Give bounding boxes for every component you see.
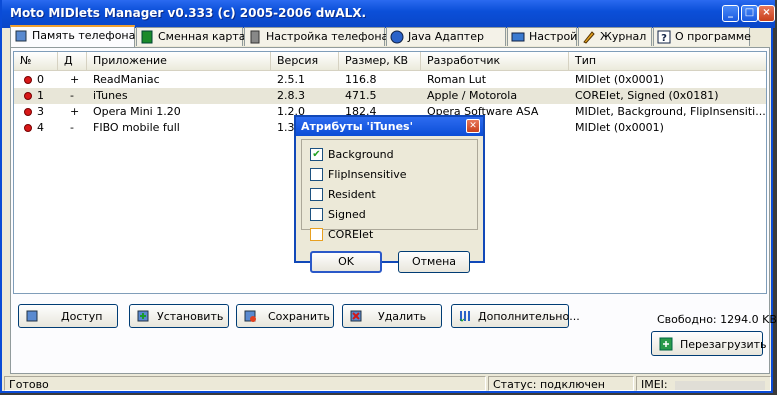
- reboot-icon: [659, 337, 673, 351]
- list-header: № Д Приложение Версия Размер, KB Разрабо…: [14, 52, 766, 71]
- free-space-label: Свободно: 1294.0 KB: [657, 313, 777, 326]
- dialog-ok-button[interactable]: OK: [310, 251, 382, 273]
- more-button[interactable]: Дополнительно...: [451, 304, 580, 328]
- tab-settings[interactable]: Настройка: [507, 27, 591, 46]
- java-adapter-icon: [390, 30, 404, 43]
- dialog-cancel-button[interactable]: Отмена: [398, 251, 470, 273]
- tab-phone-memory[interactable]: Память телефона: [10, 25, 135, 47]
- status-dot-icon: [24, 108, 32, 116]
- settings-icon: [511, 32, 525, 41]
- status-dot-icon: [24, 92, 32, 100]
- minimize-button[interactable]: _: [722, 5, 739, 22]
- help-icon: ?: [657, 30, 671, 44]
- more-icon: [459, 311, 470, 322]
- status-bar: Готово Статус: подключен IMEI:: [4, 375, 773, 392]
- checkbox-icon: [310, 168, 323, 181]
- close-button[interactable]: ×: [758, 5, 775, 22]
- col-type[interactable]: Тип: [569, 52, 766, 70]
- checkbox-icon: [310, 208, 323, 221]
- tab-journal[interactable]: Журнал: [578, 27, 652, 46]
- checkbox-checked-icon: ✔: [310, 148, 323, 161]
- dialog-title: Атрибуты 'iTunes': [301, 120, 413, 133]
- status-connection: Статус: подключен: [488, 376, 634, 391]
- access-button[interactable]: Доступ: [18, 304, 118, 328]
- tab-about[interactable]: ? О программе: [653, 27, 751, 46]
- attributes-group: ✔ Background FlipInsensitive Resident Si…: [301, 139, 478, 241]
- col-developer[interactable]: Разработчик: [421, 52, 569, 70]
- journal-icon: [583, 30, 595, 44]
- dialog-close-button[interactable]: ✕: [466, 119, 480, 133]
- checkbox-icon: [310, 228, 323, 241]
- memory-card-icon: [141, 30, 153, 43]
- save-button[interactable]: Сохранить: [236, 304, 334, 328]
- tab-phone-settings[interactable]: Настройка телефона: [244, 27, 388, 46]
- svg-text:?: ?: [661, 33, 667, 44]
- attributes-dialog: Атрибуты 'iTunes' ✕ ✔ Background FlipIns…: [294, 115, 485, 273]
- status-imei: IMEI:: [636, 376, 771, 391]
- delete-icon: [350, 310, 362, 322]
- delete-button[interactable]: Удалить: [342, 304, 442, 328]
- phone-memory-icon: [15, 30, 27, 41]
- reboot-button[interactable]: Перезагрузить: [651, 331, 767, 356]
- col-size[interactable]: Размер, KB: [339, 52, 421, 70]
- status-dot-icon: [24, 76, 32, 84]
- col-d[interactable]: Д: [58, 52, 87, 70]
- install-icon: [137, 310, 149, 322]
- checkbox-icon: [310, 188, 323, 201]
- table-row[interactable]: 1 - iTunes 2.8.3 471.5 Apple / Motorola …: [14, 88, 766, 104]
- tab-memory-card[interactable]: Сменная карта: [136, 27, 246, 46]
- dialog-title-bar[interactable]: Атрибуты 'iTunes' ✕: [296, 117, 483, 136]
- window-title: Moto MIDlets Manager v0.333 (c) 2005-200…: [10, 6, 367, 20]
- status-dot-icon: [24, 124, 32, 132]
- imei-masked-value: [675, 380, 766, 390]
- status-ready: Готово: [4, 376, 486, 391]
- table-row[interactable]: 0 + ReadManiac 2.5.1 116.8 Roman Lut MID…: [14, 72, 766, 88]
- install-button[interactable]: Установить: [129, 304, 229, 328]
- tab-java-adapter[interactable]: Java Адаптер: [386, 27, 506, 46]
- access-icon: [26, 310, 38, 322]
- col-app[interactable]: Приложение: [87, 52, 271, 70]
- col-version[interactable]: Версия: [271, 52, 339, 70]
- title-bar[interactable]: Moto MIDlets Manager v0.333 (c) 2005-200…: [2, 0, 775, 28]
- col-number[interactable]: №: [14, 52, 58, 70]
- maximize-button[interactable]: □: [741, 5, 758, 22]
- save-icon: [244, 310, 256, 322]
- phone-settings-icon: [250, 30, 260, 43]
